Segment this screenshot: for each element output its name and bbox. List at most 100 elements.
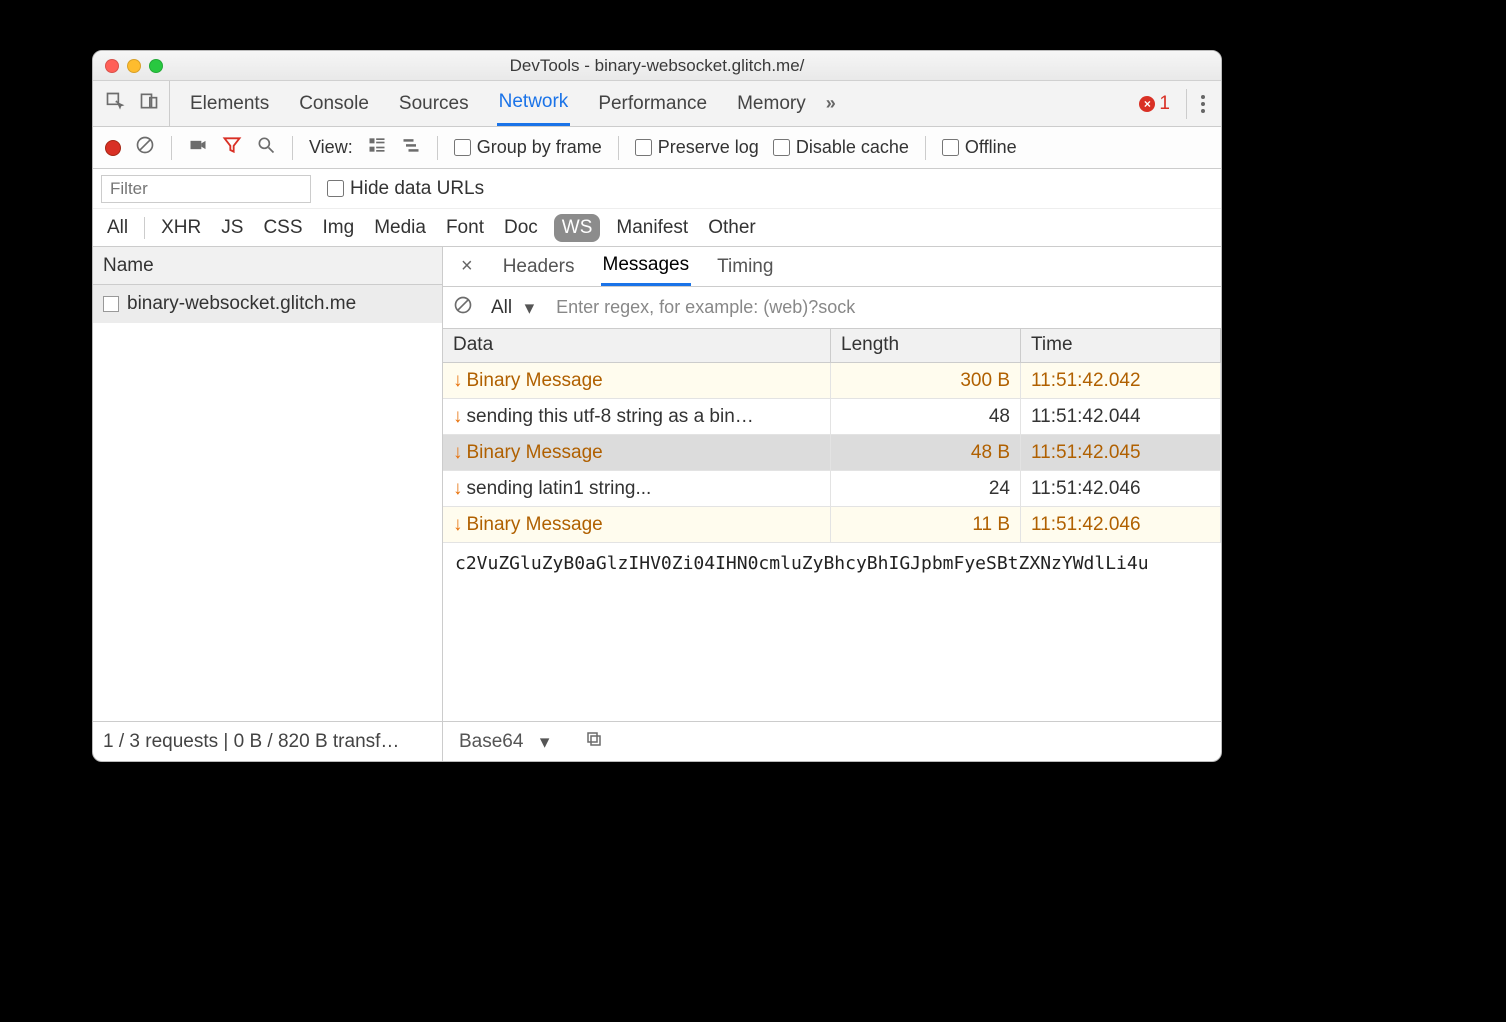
type-filter-all[interactable]: All [103,214,132,242]
message-time: 11:51:42.044 [1021,399,1221,434]
message-data: Binary Message [467,442,603,464]
more-tabs-icon[interactable]: » [826,93,836,114]
arrow-down-icon: ↓ [453,514,463,536]
tab-sources[interactable]: Sources [397,81,471,126]
message-time: 11:51:42.046 [1021,471,1221,506]
col-data-header[interactable]: Data [443,329,831,362]
request-name: binary-websocket.glitch.me [127,293,356,315]
message-length: 24 [831,471,1021,506]
arrow-down-icon: ↓ [453,442,463,464]
message-data: sending latin1 string... [467,478,652,500]
tab-performance[interactable]: Performance [596,81,709,126]
filter-funnel-icon[interactable] [222,135,242,160]
message-row[interactable]: ↓sending this utf-8 string as a bin… 4811… [443,399,1221,435]
preserve-log-checkbox[interactable]: Preserve log [635,137,759,158]
subtab-headers[interactable]: Headers [501,247,577,286]
message-time: 11:51:42.045 [1021,435,1221,470]
main-tabs: Elements Console Sources Network Performance… [188,81,808,126]
message-row[interactable]: ↓sending latin1 string... 2411:51:42.046 [443,471,1221,507]
arrow-down-icon: ↓ [453,478,463,500]
message-data: Binary Message [467,370,603,392]
message-type-select[interactable]: All [485,294,540,322]
message-length: 300 B [831,363,1021,398]
arrow-down-icon: ↓ [453,370,463,392]
message-length: 48 B [831,435,1021,470]
offline-checkbox[interactable]: Offline [942,137,1017,158]
type-filter-ws[interactable]: WS [554,214,601,242]
devtools-window: DevTools - binary-websocket.glitch.me/ E… [92,50,1222,762]
copy-icon[interactable] [585,730,603,754]
detail-subtabs: × Headers Messages Timing [443,247,1221,287]
message-row[interactable]: ↓Binary Message 11 B11:51:42.046 [443,507,1221,543]
messages-filter-bar: All [443,287,1221,329]
type-filter-media[interactable]: Media [370,214,430,242]
camera-icon[interactable] [188,135,208,160]
tab-network[interactable]: Network [497,81,571,126]
request-row[interactable]: binary-websocket.glitch.me [93,285,442,323]
arrow-down-icon: ↓ [453,406,463,428]
type-filter-img[interactable]: Img [319,214,359,242]
waterfall-icon[interactable] [401,135,421,160]
message-content[interactable]: c2VuZGluZyB0aGlzIHV0Zi04IHN0cmluZyBhcyBh… [443,543,1221,643]
encoding-select[interactable]: Base64 [455,728,571,756]
hide-data-urls-checkbox[interactable]: Hide data URLs [327,178,484,200]
subtab-messages[interactable]: Messages [601,247,692,286]
type-filter-css[interactable]: CSS [259,214,306,242]
requests-panel: Name binary-websocket.glitch.me [93,247,443,721]
error-badge[interactable]: × 1 [1139,93,1170,115]
type-filter-other[interactable]: Other [704,214,760,242]
clear-icon[interactable] [135,135,155,160]
record-button[interactable] [105,140,121,156]
detail-panel: × HeadersMessagesTiming All Data Length … [443,247,1221,721]
message-data: Binary Message [467,514,603,536]
search-icon[interactable] [256,135,276,160]
inspect-element-icon[interactable] [105,91,125,117]
titlebar: DevTools - binary-websocket.glitch.me/ [93,51,1221,81]
group-by-frame-checkbox[interactable]: Group by frame [454,137,602,158]
col-time-header[interactable]: Time [1021,329,1221,362]
name-column-header[interactable]: Name [93,247,442,285]
type-filter-doc[interactable]: Doc [500,214,542,242]
kebab-menu-icon[interactable] [1186,89,1211,119]
tab-console[interactable]: Console [297,81,371,126]
zoom-window-button[interactable] [149,59,163,73]
type-filter-xhr[interactable]: XHR [157,214,205,242]
network-toolbar: View: Group by frame Preserve log Disabl… [93,127,1221,169]
message-row[interactable]: ↓Binary Message 300 B11:51:42.042 [443,363,1221,399]
traffic-lights [105,59,163,73]
message-length: 48 [831,399,1021,434]
resource-type-filter: All XHR JS CSS Img Media Font Doc WS Manifest Othe… [93,209,1221,247]
col-length-header[interactable]: Length [831,329,1021,362]
message-row[interactable]: ↓Binary Message 48 B11:51:42.045 [443,435,1221,471]
subtab-timing[interactable]: Timing [715,247,775,286]
messages-table: Data Length Time ↓Binary Message300 B11:… [443,329,1221,721]
disable-cache-checkbox[interactable]: Disable cache [773,137,909,158]
window-title: DevTools - binary-websocket.glitch.me/ [93,56,1221,76]
message-data: sending this utf-8 string as a bin… [467,406,754,428]
view-label: View: [309,137,353,158]
frame-icon [103,296,119,312]
error-icon: × [1139,96,1155,112]
main-tabs-bar: Elements Console Sources Network Performance… [93,81,1221,127]
inspect-tools [103,81,170,126]
close-window-button[interactable] [105,59,119,73]
minimize-window-button[interactable] [127,59,141,73]
tab-elements[interactable]: Elements [188,81,271,126]
message-regex-input[interactable] [552,293,1211,322]
filter-row: Hide data URLs [93,169,1221,209]
message-length: 11 B [831,507,1021,542]
requests-summary: 1 / 3 requests | 0 B / 820 B transf… [93,722,443,761]
message-time: 11:51:42.042 [1021,363,1221,398]
clear-messages-icon[interactable] [453,295,473,321]
large-rows-icon[interactable] [367,135,387,160]
error-count: 1 [1159,93,1170,115]
message-time: 11:51:42.046 [1021,507,1221,542]
status-bar: 1 / 3 requests | 0 B / 820 B transf… Bas… [93,721,1221,761]
type-filter-font[interactable]: Font [442,214,488,242]
type-filter-js[interactable]: JS [217,214,247,242]
device-toggle-icon[interactable] [139,91,159,117]
filter-input[interactable] [101,175,311,203]
tab-memory[interactable]: Memory [735,81,808,126]
type-filter-manifest[interactable]: Manifest [612,214,692,242]
close-icon[interactable]: × [457,255,477,278]
